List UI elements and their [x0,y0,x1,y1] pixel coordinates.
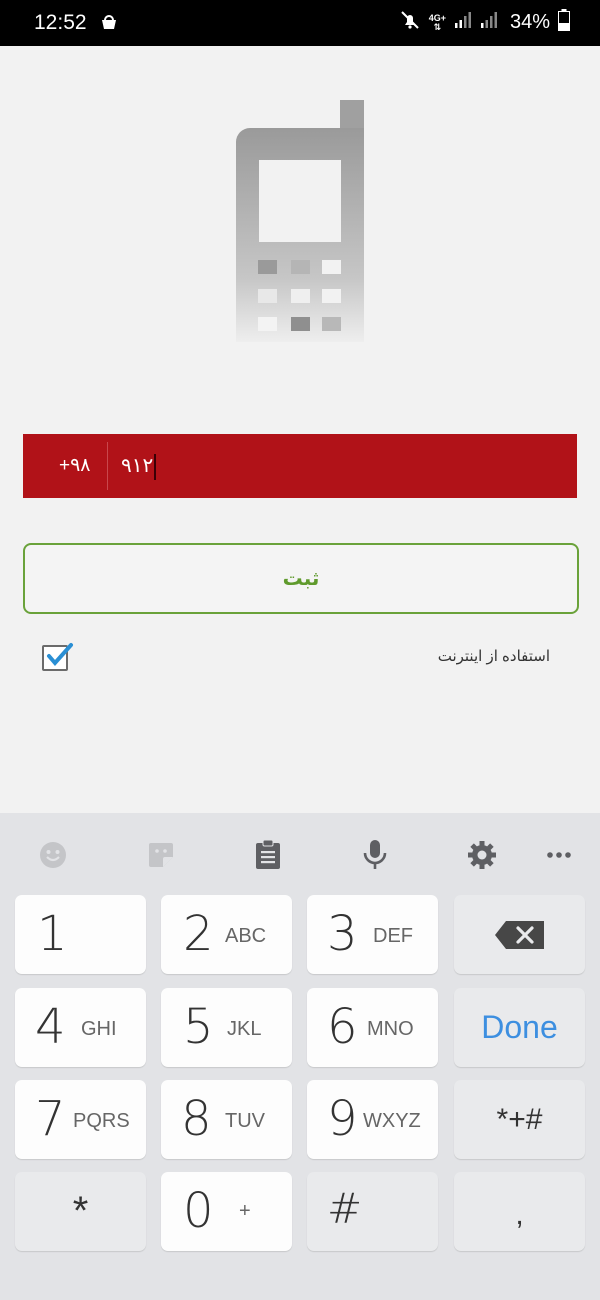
key-digit: 2 [183,906,214,962]
key-5[interactable]: 5 JKL [161,988,292,1067]
key-letters: WXYZ [363,1110,421,1132]
signal-icon [454,11,472,34]
key-digit: 8 [181,1091,212,1147]
key-3[interactable]: 3 DEF [307,895,438,974]
key-7[interactable]: 7 PQRS [15,1080,146,1159]
gear-icon[interactable] [462,837,502,873]
comma-label: , [515,1197,524,1231]
emoji-icon[interactable] [33,837,73,873]
submit-button-label: ثبت [282,568,320,590]
numeric-keyboard: 1 2 ABC 3 DEF 4 GHI 5 JKL 6 MNO Done 7 P… [0,813,600,1300]
key-digit: 7 [35,1091,66,1147]
key-9[interactable]: 9 WXYZ [307,1080,438,1159]
status-icons: 4G+ ⇅ 34% [399,9,570,36]
key-digit: 4 [35,999,66,1055]
key-letters: DEF [373,925,413,947]
asterisk-label: * [72,1189,89,1233]
use-internet-checkbox[interactable] [42,643,73,671]
battery-percent: 34% [509,11,550,33]
use-internet-label[interactable]: استفاده از اینترنت [438,647,550,665]
symbols-label: *+# [496,1102,543,1136]
data-arrows-icon: 4G+ ⇅ [428,12,446,32]
hash-label: # [327,1184,363,1233]
backspace-icon [454,895,585,974]
checkmark-icon [47,643,73,667]
key-6[interactable]: 6 MNO [307,988,438,1067]
key-1[interactable]: 1 [15,895,146,974]
sticker-icon[interactable] [141,837,181,873]
symbols-key[interactable]: *+# [454,1080,585,1159]
key-digit: 1 [37,906,68,962]
key-letters: JKL [227,1018,262,1040]
key-digit: 0 [183,1183,214,1239]
microphone-icon[interactable] [355,837,395,873]
text-cursor [154,454,156,480]
key-letters: TUV [225,1110,265,1132]
key-digit: 3 [327,906,358,962]
backspace-key[interactable] [454,895,585,974]
country-code: +۹۸ [59,455,91,476]
field-divider [107,442,108,490]
phone-number-input[interactable]: +۹۸ ۹۱۲ [23,434,577,498]
done-button[interactable]: Done [454,988,585,1067]
shopping-bag-icon [100,13,118,36]
key-digit: 5 [183,999,214,1055]
key-0[interactable]: 0 + [161,1172,292,1251]
key-asterisk[interactable]: * [15,1172,146,1251]
status-time: 12:52 [34,11,87,34]
phone-number-value: ۹۱۲ [121,455,154,477]
keyboard-toolbar [0,813,600,893]
key-letters: PQRS [73,1110,130,1132]
key-4[interactable]: 4 GHI [15,988,146,1067]
key-8[interactable]: 8 TUV [161,1080,292,1159]
done-label: Done [481,1009,558,1045]
battery-icon [558,9,570,36]
key-letters: + [239,1200,251,1222]
key-hash[interactable]: # [307,1172,438,1251]
key-letters: GHI [81,1018,117,1040]
key-letters: ABC [225,925,267,947]
mobile-phone-icon [236,100,364,347]
status-bar: 12:52 4G+ ⇅ 34% [0,0,600,46]
comma-key[interactable]: , [454,1172,585,1251]
clipboard-icon[interactable] [248,837,288,873]
key-2[interactable]: 2 ABC [161,895,292,974]
key-digit: 6 [327,999,358,1055]
submit-button[interactable]: ثبت [23,543,579,614]
key-letters: MNO [367,1018,414,1040]
mute-icon [399,9,421,36]
more-icon[interactable] [539,837,579,873]
network-type: 4G+ [428,12,446,23]
signal-icon-2 [480,11,498,34]
key-digit: 9 [327,1091,358,1147]
